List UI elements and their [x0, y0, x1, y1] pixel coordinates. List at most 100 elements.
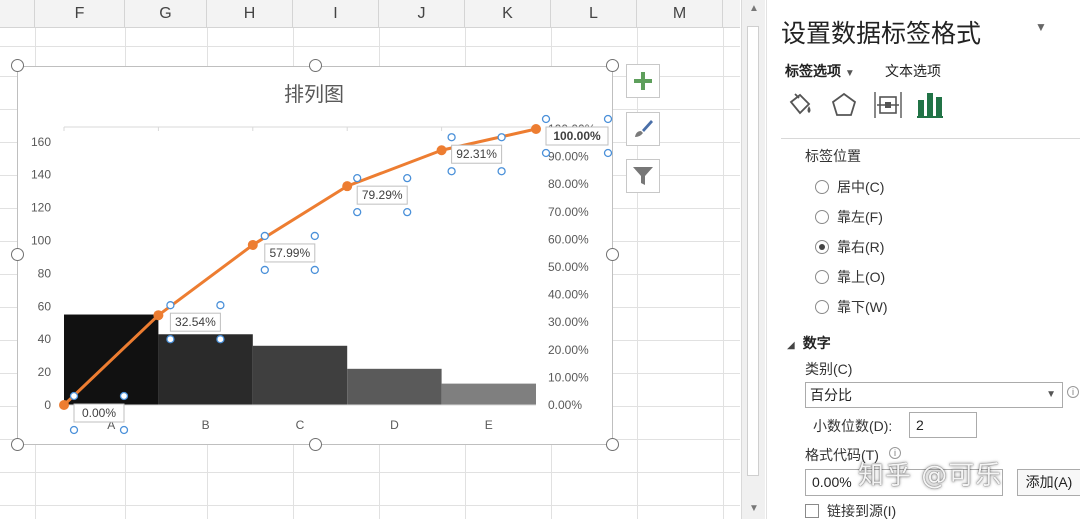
- cumulative-point[interactable]: [342, 181, 353, 192]
- resize-handle-right[interactable]: [606, 248, 619, 261]
- chart-styles-button[interactable]: [626, 112, 660, 146]
- column-header-l[interactable]: L: [551, 0, 637, 28]
- size-properties-icon[interactable]: [873, 90, 903, 120]
- resize-handle-bottom[interactable]: [309, 438, 322, 451]
- column-header-i[interactable]: I: [293, 0, 379, 28]
- category-label: 类别(C): [805, 361, 853, 377]
- decimal-places-label: 小数位数(D):: [813, 418, 893, 434]
- resize-handle-bottom-right[interactable]: [606, 438, 619, 451]
- data-label[interactable]: 79.29%: [362, 188, 403, 202]
- cumulative-point[interactable]: [59, 400, 69, 410]
- label-selection-handle[interactable]: [310, 231, 319, 241]
- label-selection-handle[interactable]: [447, 133, 456, 142]
- vertical-scrollbar[interactable]: ▲ ▼: [741, 0, 765, 519]
- radio-label: 靠左(F): [837, 209, 883, 225]
- cumulative-point[interactable]: [153, 310, 164, 321]
- label-selection-handle[interactable]: [216, 335, 225, 344]
- label-selection-handle[interactable]: [119, 425, 129, 435]
- info-icon[interactable]: i: [1067, 386, 1079, 398]
- radio-position-above[interactable]: 靠上(O): [815, 266, 885, 288]
- effects-pentagon-icon[interactable]: [829, 90, 859, 120]
- radio-button[interactable]: [815, 210, 829, 224]
- cumulative-point[interactable]: [436, 145, 447, 156]
- category-select[interactable]: 百分比 ▼: [805, 382, 1063, 408]
- radio-position-right[interactable]: 靠右(R): [815, 236, 884, 258]
- label-selection-handle[interactable]: [310, 265, 319, 275]
- category-select-value: 百分比: [810, 387, 852, 403]
- data-label[interactable]: 32.54%: [175, 315, 216, 329]
- spreadsheet-area[interactable]: F G H I J K L M 排列图 0 20 40 60 80 100 12…: [0, 0, 740, 519]
- label-selection-handle[interactable]: [603, 114, 613, 124]
- fill-line-icon[interactable]: [785, 90, 815, 120]
- column-header-f[interactable]: F: [35, 0, 125, 28]
- label-selection-handle[interactable]: [119, 391, 129, 401]
- column-header-h[interactable]: H: [207, 0, 293, 28]
- resize-handle-top[interactable]: [309, 59, 322, 72]
- column-header-k[interactable]: K: [465, 0, 551, 28]
- label-selection-handle[interactable]: [69, 391, 79, 401]
- column-header-g[interactable]: G: [125, 0, 207, 28]
- scroll-thumb[interactable]: [747, 26, 759, 476]
- radio-label: 靠上(O): [837, 269, 886, 285]
- radio-button[interactable]: [815, 270, 829, 284]
- cumulative-point[interactable]: [531, 124, 541, 134]
- bar-b[interactable]: [158, 334, 253, 405]
- resize-handle-top-left[interactable]: [11, 59, 24, 72]
- data-label[interactable]: 0.00%: [82, 406, 116, 420]
- funnel-icon: [633, 167, 653, 185]
- label-selection-handle[interactable]: [166, 301, 175, 310]
- chart-title[interactable]: 排列图: [284, 82, 344, 106]
- label-selection-handle[interactable]: [447, 167, 456, 176]
- chart-filters-button[interactable]: [626, 159, 660, 193]
- chart-elements-button[interactable]: [626, 64, 660, 98]
- data-label[interactable]: 92.31%: [456, 147, 497, 161]
- scroll-up-arrow[interactable]: ▲: [742, 0, 766, 18]
- link-to-source-checkbox-row[interactable]: 链接到源(I): [805, 503, 896, 519]
- label-selection-handle[interactable]: [603, 148, 613, 158]
- radio-position-left[interactable]: 靠左(F): [815, 206, 883, 228]
- radio-button[interactable]: [815, 180, 829, 194]
- y-axis-tick-label: 80: [38, 266, 52, 280]
- bar-c[interactable]: [252, 345, 348, 405]
- resize-handle-top-right[interactable]: [606, 59, 619, 72]
- pane-options-dropdown-icon[interactable]: ▼: [1035, 20, 1047, 34]
- resize-handle-bottom-left[interactable]: [11, 438, 24, 451]
- data-label[interactable]: 100.00%: [553, 129, 601, 143]
- number-section-header[interactable]: ◢ 数字: [787, 333, 831, 353]
- label-selection-handle[interactable]: [541, 148, 551, 158]
- column-header-m[interactable]: M: [637, 0, 723, 28]
- column-header-edge[interactable]: [0, 0, 35, 28]
- label-selection-handle[interactable]: [353, 208, 362, 217]
- radio-position-center[interactable]: 居中(C): [815, 176, 884, 198]
- scroll-down-arrow[interactable]: ▼: [742, 500, 766, 518]
- resize-handle-left[interactable]: [11, 248, 24, 261]
- label-selection-handle[interactable]: [541, 114, 551, 124]
- label-selection-handle[interactable]: [497, 167, 506, 176]
- decimal-places-input[interactable]: 2: [909, 412, 977, 438]
- y2-axis-tick-label: 80.00%: [548, 177, 589, 191]
- label-selection-handle[interactable]: [260, 265, 269, 275]
- label-selection-handle[interactable]: [260, 231, 269, 241]
- label-selection-handle[interactable]: [497, 133, 506, 142]
- radio-position-below[interactable]: 靠下(W): [815, 296, 888, 318]
- label-selection-handle[interactable]: [166, 335, 175, 344]
- data-label[interactable]: 57.99%: [269, 246, 310, 260]
- cumulative-point[interactable]: [247, 239, 258, 250]
- bar-e[interactable]: [441, 383, 536, 405]
- add-format-button[interactable]: 添加(A): [1017, 469, 1080, 496]
- tab-label-options[interactable]: 标签选项 ▼: [785, 61, 855, 81]
- label-selection-handle[interactable]: [69, 425, 79, 435]
- label-selection-handle[interactable]: [353, 174, 362, 183]
- plus-icon: [634, 72, 652, 90]
- label-selection-handle[interactable]: [403, 174, 412, 183]
- label-options-bar-chart-icon[interactable]: [915, 90, 945, 120]
- pareto-chart[interactable]: 排列图 0 20 40 60 80 100 120 140 160 0.00% 10.00% 20.0…: [17, 66, 613, 445]
- bar-d[interactable]: [347, 368, 442, 405]
- link-to-source-checkbox[interactable]: [805, 504, 819, 518]
- column-header-j[interactable]: J: [379, 0, 465, 28]
- radio-button-selected[interactable]: [815, 240, 829, 254]
- radio-button[interactable]: [815, 300, 829, 314]
- tab-text-options[interactable]: 文本选项: [885, 61, 941, 81]
- label-selection-handle[interactable]: [403, 208, 412, 217]
- label-selection-handle[interactable]: [216, 301, 225, 310]
